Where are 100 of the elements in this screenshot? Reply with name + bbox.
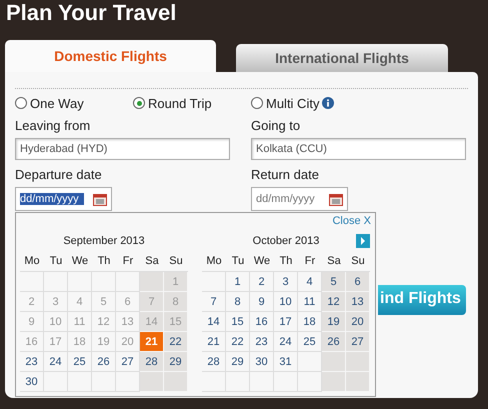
day-cell[interactable]: 13	[346, 292, 370, 312]
day-cell: 20	[116, 332, 140, 352]
weekday-label: Sa	[144, 255, 160, 267]
month-title: September 2013	[63, 235, 145, 247]
weekday-label: Mo	[205, 255, 223, 267]
next-month-button[interactable]	[356, 234, 370, 248]
day-cell: 3	[44, 292, 68, 312]
weekday-label: Fr	[304, 255, 316, 267]
day-cell: 11	[68, 312, 92, 332]
day-cell[interactable]: 16	[250, 312, 274, 332]
weekday-label: Su	[168, 255, 184, 267]
weekday-label: Mo	[23, 255, 41, 267]
weekday-label: Tu	[48, 255, 64, 267]
day-cell[interactable]: 18	[298, 312, 322, 332]
tab[interactable]: International Flights	[236, 44, 448, 72]
day-cell[interactable]: 22	[226, 332, 250, 352]
weekday-label: Fr	[122, 255, 134, 267]
day-cell[interactable]: 23	[250, 332, 274, 352]
day-cell[interactable]: 6	[346, 272, 370, 292]
date-input[interactable]: dd/mm/yyyy	[20, 193, 84, 205]
field-label: Leaving from	[15, 118, 92, 134]
day-cell[interactable]: 17	[274, 312, 298, 332]
day-cell[interactable]: 20	[346, 312, 370, 332]
day-cell: 18	[68, 332, 92, 352]
day-cell[interactable]: 30	[20, 372, 44, 392]
day-cell[interactable]: 24	[274, 332, 298, 352]
radio-button[interactable]	[133, 97, 145, 109]
radio-button[interactable]	[251, 97, 263, 109]
weekday-label: We	[252, 255, 272, 267]
day-cell[interactable]: 2	[250, 272, 274, 292]
tab[interactable]: Domestic Flights	[5, 40, 216, 72]
day-cell: 12	[92, 312, 116, 332]
day-cell: 7	[140, 292, 164, 312]
weekday-label: Th	[96, 255, 112, 267]
weekday-label: Tu	[230, 255, 246, 267]
day-cell: 14	[140, 312, 164, 332]
field-label: Return date	[251, 167, 320, 183]
day-cell[interactable]: 25	[298, 332, 322, 352]
day-cell: 13	[116, 312, 140, 332]
day-cell[interactable]: 9	[250, 292, 274, 312]
calendar-icon[interactable]	[329, 192, 343, 206]
day-cell[interactable]: 24	[44, 352, 68, 372]
day-cell[interactable]: 5	[322, 272, 346, 292]
day-cell[interactable]: 29	[226, 352, 250, 372]
day-cell[interactable]: 15	[226, 312, 250, 332]
day-cell[interactable]: 23	[20, 352, 44, 372]
radio-button[interactable]	[15, 97, 27, 109]
day-cell[interactable]: 12	[322, 292, 346, 312]
weekday-label: We	[70, 255, 90, 267]
input-field[interactable]: Kolkata (CCU)	[251, 138, 466, 160]
day-cell[interactable]: 3	[274, 272, 298, 292]
close-link[interactable]: Close X	[332, 215, 371, 231]
day-cell: 19	[92, 332, 116, 352]
page-title: Plan Your Travel	[5, 0, 176, 27]
day-cell: 15	[164, 312, 188, 332]
day-cell[interactable]: 31	[274, 352, 298, 372]
day-cell[interactable]: 21	[202, 332, 226, 352]
field-label: Departure date	[15, 167, 103, 183]
day-cell: 8	[164, 292, 188, 312]
day-cell[interactable]: 1	[226, 272, 250, 292]
day-cell[interactable]: 4	[298, 272, 322, 292]
day-cell[interactable]: 26	[322, 332, 346, 352]
day-cell: 9	[20, 312, 44, 332]
day-cell[interactable]: 27	[346, 332, 370, 352]
date-input[interactable]: dd/mm/yyyy	[256, 193, 320, 205]
day-cell: 2	[20, 292, 44, 312]
day-cell[interactable]: 26	[92, 352, 116, 372]
day-cell[interactable]: 29	[164, 352, 188, 372]
radio-label[interactable]: Multi City	[266, 96, 320, 110]
day-cell: 5	[92, 292, 116, 312]
weekday-label: Th	[278, 255, 294, 267]
day-cell[interactable]: 11	[298, 292, 322, 312]
day-cell[interactable]: 19	[322, 312, 346, 332]
radio-label[interactable]: Round Trip	[148, 96, 212, 110]
day-cell[interactable]: 7	[202, 292, 226, 312]
input-field[interactable]: Hyderabad (HYD)	[15, 138, 230, 160]
day-cell: 4	[68, 292, 92, 312]
day-cell[interactable]: 25	[68, 352, 92, 372]
radio-label[interactable]: One Way	[30, 96, 84, 110]
weekday-label: Sa	[326, 255, 342, 267]
day-cell[interactable]: 30	[250, 352, 274, 372]
field-label: Going to	[251, 118, 302, 134]
day-cell: 17	[44, 332, 68, 352]
date-field[interactable]: dd/mm/yyyy	[15, 187, 112, 211]
info-icon[interactable]	[322, 97, 334, 109]
day-cell: 10	[44, 312, 68, 332]
day-cell[interactable]: 28	[202, 352, 226, 372]
day-cell: 1	[164, 272, 188, 292]
weekday-label: Su	[350, 255, 366, 267]
calendar-icon[interactable]	[93, 192, 107, 206]
day-cell[interactable]: 10	[274, 292, 298, 312]
day-cell[interactable]: 27	[116, 352, 140, 372]
right-triangle-icon	[360, 237, 366, 245]
day-cell: 6	[116, 292, 140, 312]
day-cell[interactable]: 28	[140, 352, 164, 372]
day-cell[interactable]: 14	[202, 312, 226, 332]
day-cell[interactable]: 8	[226, 292, 250, 312]
date-field[interactable]: dd/mm/yyyy	[251, 187, 348, 211]
day-cell: 16	[20, 332, 44, 352]
day-cell[interactable]: 22	[164, 332, 188, 352]
